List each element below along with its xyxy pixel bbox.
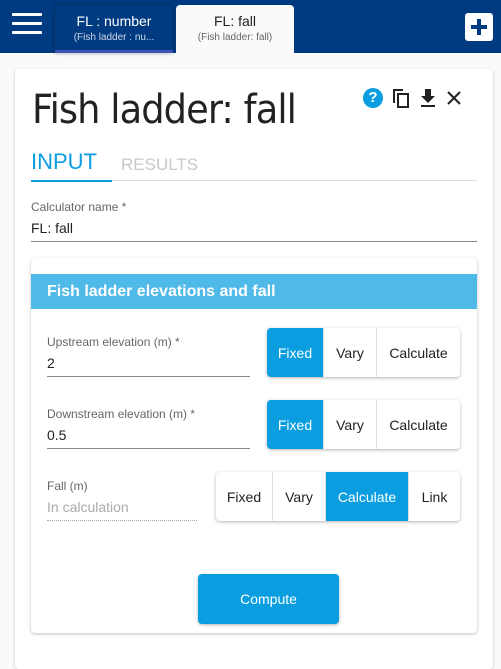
top-bar: FL : number (Fish ladder : nu... FL: fal…: [0, 0, 501, 53]
calculate-button[interactable]: Calculate: [377, 400, 460, 449]
calculate-button[interactable]: Calculate: [326, 472, 409, 521]
link-button[interactable]: Link: [409, 472, 460, 521]
calculator-card: Fish ladder: fall ? INPUT RESULTS Calcul…: [15, 69, 493, 669]
downstream-mode-toggle: Fixed Vary Calculate: [267, 400, 460, 449]
fixed-button[interactable]: Fixed: [216, 472, 273, 521]
upstream-elevation-field[interactable]: Upstream elevation (m) * 2: [47, 335, 250, 377]
calculate-button[interactable]: Calculate: [377, 328, 460, 377]
tab-title: FL : number: [76, 13, 152, 29]
tab-results[interactable]: RESULTS: [121, 155, 198, 175]
vary-button[interactable]: Vary: [324, 328, 377, 377]
field-label: Fall (m): [47, 479, 88, 493]
field-label: Calculator name *: [31, 200, 127, 214]
tab-input[interactable]: INPUT: [31, 149, 112, 182]
field-label: Upstream elevation (m) *: [47, 335, 180, 349]
panel-header: Fish ladder elevations and fall: [31, 274, 477, 309]
downstream-elevation-input[interactable]: 0.5: [47, 427, 250, 449]
fixed-button[interactable]: Fixed: [267, 328, 324, 377]
fixed-button[interactable]: Fixed: [267, 400, 324, 449]
add-calculator-button[interactable]: [465, 13, 493, 41]
tab-title: FL: fall: [213, 13, 256, 29]
fall-value: In calculation: [47, 499, 197, 521]
vary-button[interactable]: Vary: [324, 400, 377, 449]
download-icon[interactable]: [419, 88, 437, 108]
close-icon[interactable]: [445, 89, 463, 107]
calculator-name-field[interactable]: Calculator name * FL: fall: [31, 200, 477, 242]
tab-subtitle: (Fish ladder: fall): [197, 32, 273, 43]
tab-fl-fall[interactable]: FL: fall (Fish ladder: fall): [176, 5, 294, 53]
tab-subtitle: (Fish ladder : nu...: [73, 32, 155, 43]
view-tabs: INPUT RESULTS: [31, 149, 477, 182]
menu-button[interactable]: [12, 13, 42, 35]
copy-icon[interactable]: [391, 87, 411, 109]
page-title: Fish ladder: fall: [32, 87, 297, 133]
upstream-mode-toggle: Fixed Vary Calculate: [267, 328, 460, 377]
calculator-name-input[interactable]: FL: fall: [31, 220, 477, 242]
fall-mode-toggle: Fixed Vary Calculate Link: [216, 472, 460, 521]
field-label: Downstream elevation (m) *: [47, 407, 196, 421]
downstream-elevation-field[interactable]: Downstream elevation (m) * 0.5: [47, 407, 250, 449]
upstream-elevation-input[interactable]: 2: [47, 355, 250, 377]
tab-fl-number[interactable]: FL : number (Fish ladder : nu...: [55, 5, 173, 53]
compute-button[interactable]: Compute: [198, 574, 339, 624]
elevations-panel: Fish ladder elevations and fall Upstream…: [31, 258, 477, 633]
help-icon[interactable]: ?: [363, 88, 383, 108]
vary-button[interactable]: Vary: [273, 472, 326, 521]
fall-field: Fall (m) In calculation: [47, 479, 197, 521]
